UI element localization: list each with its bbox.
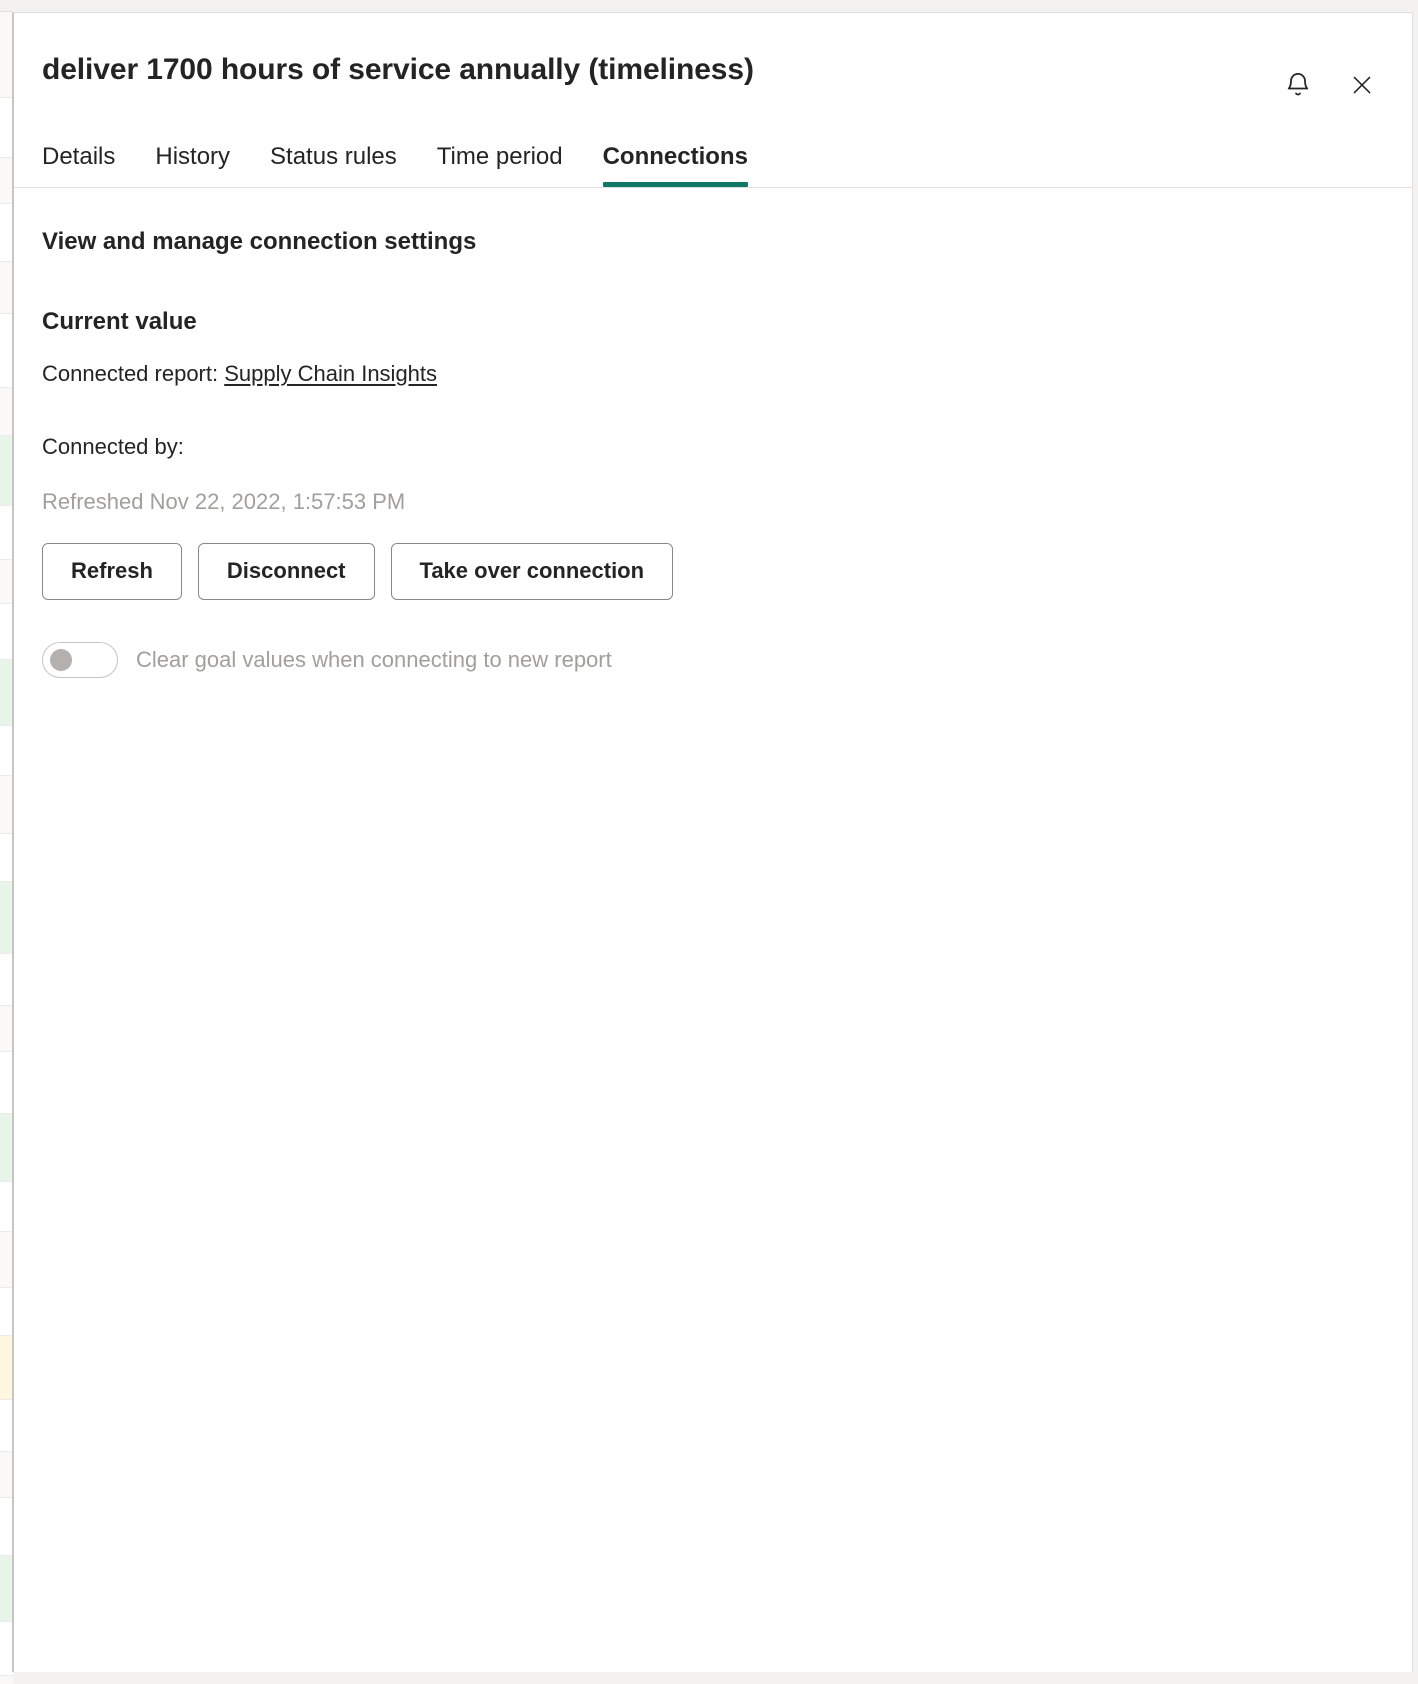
tab-bar: Details History Status rules Time period Con… bbox=[14, 95, 1412, 187]
connection-action-buttons: Refresh Disconnect Take over connection bbox=[42, 543, 1384, 600]
tab-time-period[interactable]: Time period bbox=[437, 145, 563, 187]
tab-label: Status rules bbox=[270, 143, 397, 170]
connected-report-label: Connected report: bbox=[42, 361, 219, 386]
panel-body: View and manage connection settings Curr… bbox=[14, 188, 1412, 1672]
tab-history[interactable]: History bbox=[155, 145, 230, 187]
refresh-button[interactable]: Refresh bbox=[42, 543, 182, 600]
take-over-connection-button[interactable]: Take over connection bbox=[390, 543, 674, 600]
tab-connections[interactable]: Connections bbox=[602, 143, 748, 187]
goal-details-panel: deliver 1700 hours of service annually (… bbox=[12, 12, 1413, 1672]
tab-label: Time period bbox=[436, 143, 563, 170]
clear-goal-values-row: Clear goal values when connecting to new… bbox=[42, 641, 1384, 678]
tab-label: Connections bbox=[602, 143, 748, 170]
background-topbar bbox=[0, 0, 13, 12]
panel-header: deliver 1700 hours of service annually (… bbox=[14, 13, 1412, 188]
connected-by-label: Connected by: bbox=[42, 433, 184, 459]
section-heading: View and manage connection settings bbox=[42, 228, 477, 255]
refresh-timestamp: Refreshed Nov 22, 2022, 1:57:53 PM bbox=[42, 489, 406, 515]
current-value-heading: Current value bbox=[42, 308, 197, 335]
page-title: deliver 1700 hours of service annually (… bbox=[42, 53, 754, 86]
tab-details[interactable]: Details bbox=[42, 145, 115, 187]
tab-label: History bbox=[155, 143, 231, 170]
tab-status-rules[interactable]: Status rules bbox=[270, 145, 397, 187]
active-tab-underline bbox=[602, 182, 748, 187]
tab-label: Details bbox=[42, 143, 116, 170]
clear-goal-values-label: Clear goal values when connecting to new… bbox=[136, 646, 612, 672]
connected-report-row: Connected report: Supply Chain Insights bbox=[42, 360, 1384, 389]
disconnect-button[interactable]: Disconnect bbox=[197, 543, 375, 600]
connected-report-link[interactable]: Supply Chain Insights bbox=[224, 361, 437, 386]
clear-goal-values-toggle[interactable] bbox=[42, 641, 118, 678]
background-list-row bbox=[0, 1676, 13, 1684]
toggle-knob bbox=[50, 648, 72, 671]
